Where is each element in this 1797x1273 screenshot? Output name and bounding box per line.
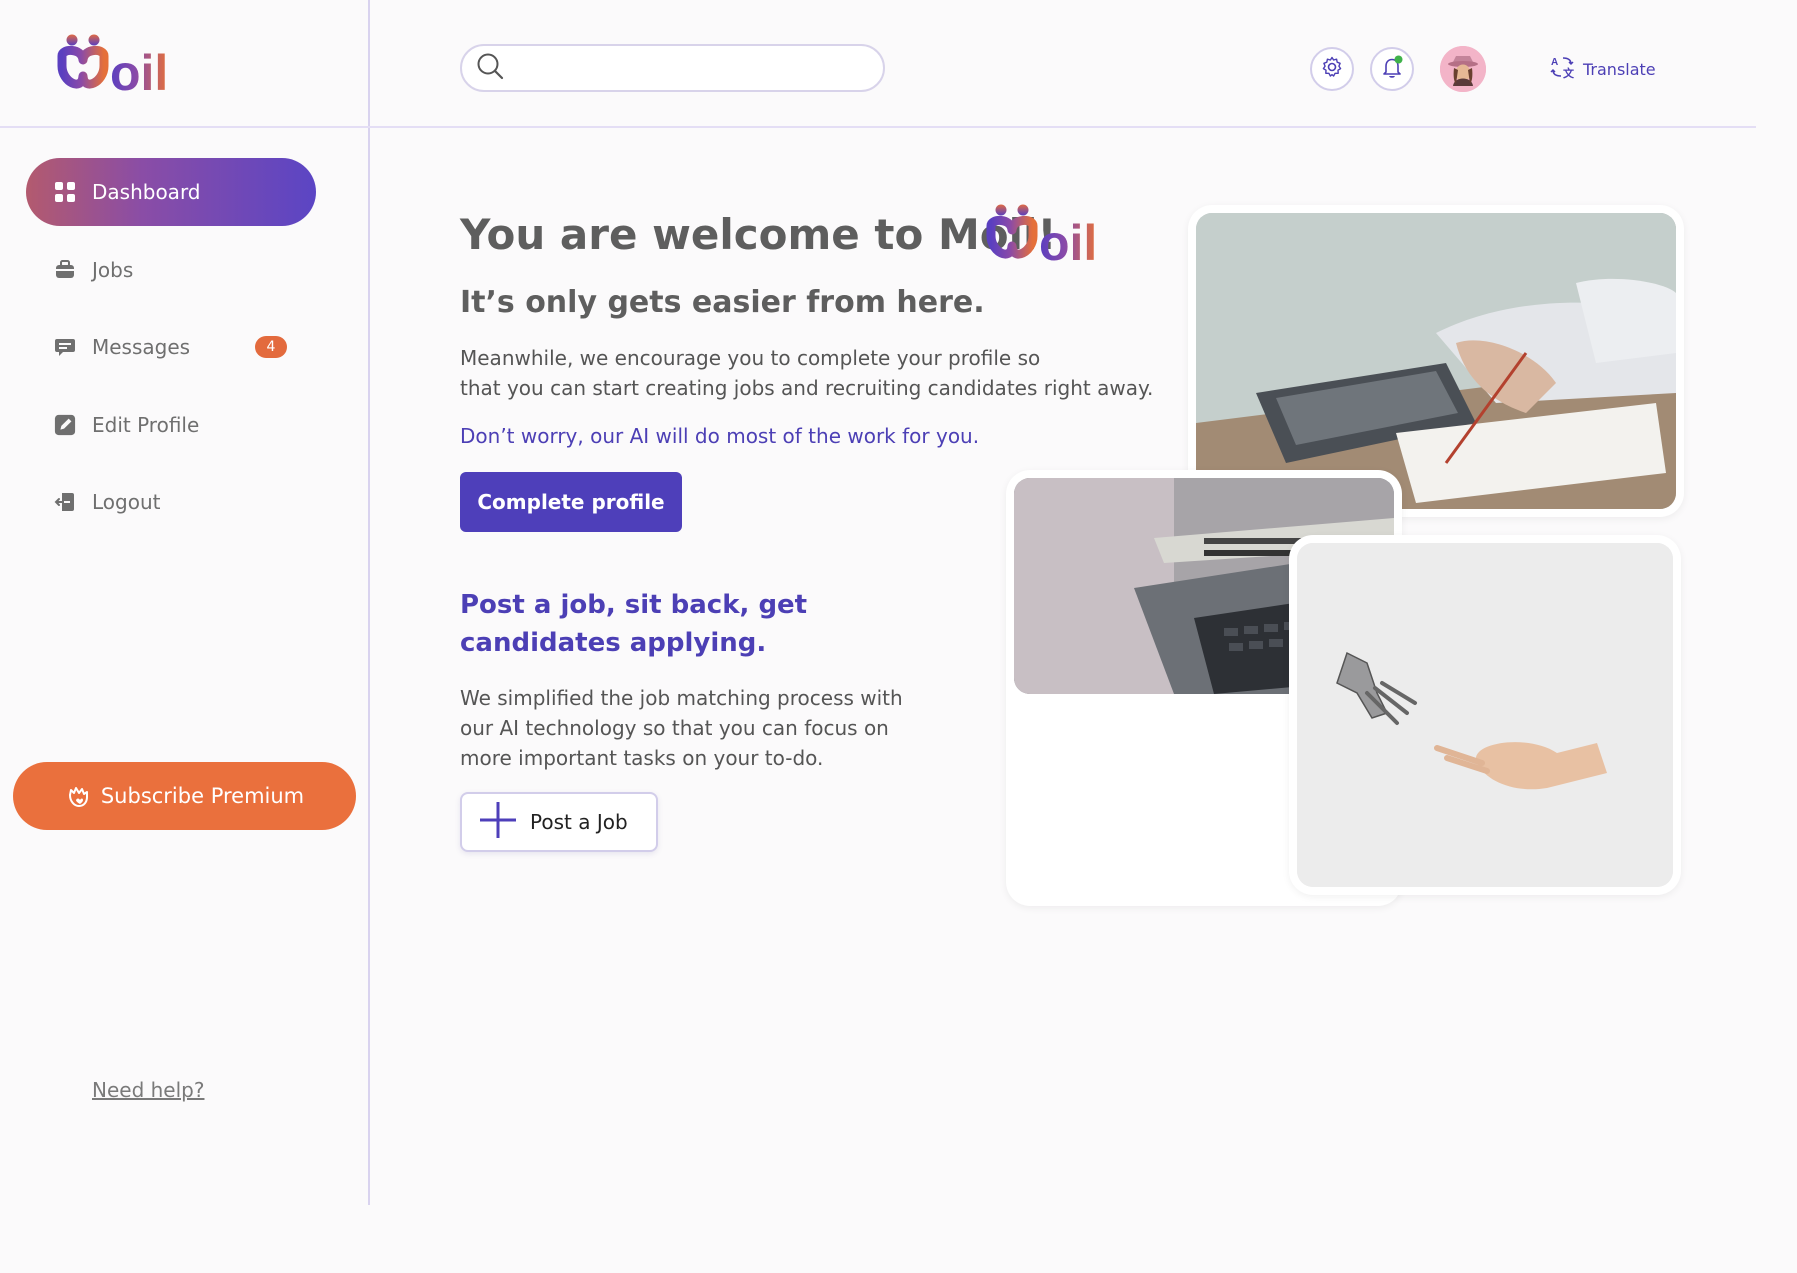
search-icon [476, 52, 504, 84]
bell-icon [1379, 54, 1405, 84]
translate-button[interactable]: A 文 Translate [1549, 54, 1656, 84]
post-job-paragraph: We simplified the job matching process w… [460, 686, 903, 770]
hero-image-collage [1006, 205, 1684, 906]
notifications-button[interactable] [1370, 47, 1414, 91]
svg-text:文: 文 [1563, 66, 1575, 80]
message-icon [54, 336, 76, 358]
search-input[interactable] [514, 46, 883, 90]
post-job-heading: Post a job, sit back, get candidates app… [460, 590, 808, 658]
welcome-title: You are welcome to Moil! [460, 210, 1057, 259]
complete-profile-button[interactable]: Complete profile [460, 472, 682, 532]
briefcase-icon [54, 259, 76, 281]
sidebar-item-messages[interactable]: Messages 4 [26, 313, 316, 381]
search-bar[interactable] [460, 44, 885, 92]
sidebar-item-logout[interactable]: Logout [26, 468, 316, 536]
post-job-label: Post a Job [530, 810, 628, 834]
moil-logo-icon: oil [57, 34, 168, 101]
sidebar-item-label: Jobs [92, 258, 134, 282]
logout-icon [54, 491, 76, 513]
notification-dot [1394, 55, 1403, 64]
post-job-button[interactable]: Post a Job [460, 792, 658, 852]
subscribe-premium-button[interactable]: Subscribe Premium [13, 762, 356, 830]
photo-robot-hand [1289, 535, 1681, 895]
logo-text: oil [110, 45, 168, 96]
robot-human-hand-illustration [1297, 543, 1673, 887]
messages-count-badge: 4 [255, 336, 287, 358]
dashboard-icon [54, 181, 76, 203]
edit-icon [54, 414, 76, 436]
sidebar-divider [0, 126, 370, 128]
avatar-icon [1440, 46, 1486, 92]
gear-icon [1320, 55, 1344, 83]
crown-hand-icon [65, 783, 91, 809]
settings-button[interactable] [1310, 47, 1354, 91]
laptop-desk-illustration [1196, 213, 1676, 509]
sidebar-item-jobs[interactable]: Jobs [26, 236, 316, 304]
sidebar: oil Dashboard Jobs Messages 4 Edit Profi… [0, 0, 370, 1205]
plus-icon [478, 800, 518, 845]
svg-text:A: A [1551, 57, 1558, 68]
sidebar-item-edit-profile[interactable]: Edit Profile [26, 391, 316, 459]
header-divider [370, 126, 1756, 128]
translate-label: Translate [1583, 59, 1656, 79]
sidebar-item-label: Logout [92, 490, 161, 514]
ai-note: Don’t worry, our AI will do most of the … [460, 424, 980, 448]
welcome-subtitle: It’s only gets easier from here. [460, 285, 985, 320]
subscribe-label: Subscribe Premium [100, 784, 305, 808]
avatar[interactable] [1440, 46, 1486, 92]
sidebar-item-label: Edit Profile [92, 413, 200, 437]
need-help-link[interactable]: Need help? [92, 1078, 204, 1102]
translate-icon: A 文 [1549, 54, 1575, 84]
sidebar-item-label: Messages [92, 335, 191, 359]
sidebar-item-label: Dashboard [92, 180, 201, 204]
sidebar-item-dashboard[interactable]: Dashboard [26, 158, 316, 226]
brand-logo[interactable]: oil [56, 30, 192, 101]
